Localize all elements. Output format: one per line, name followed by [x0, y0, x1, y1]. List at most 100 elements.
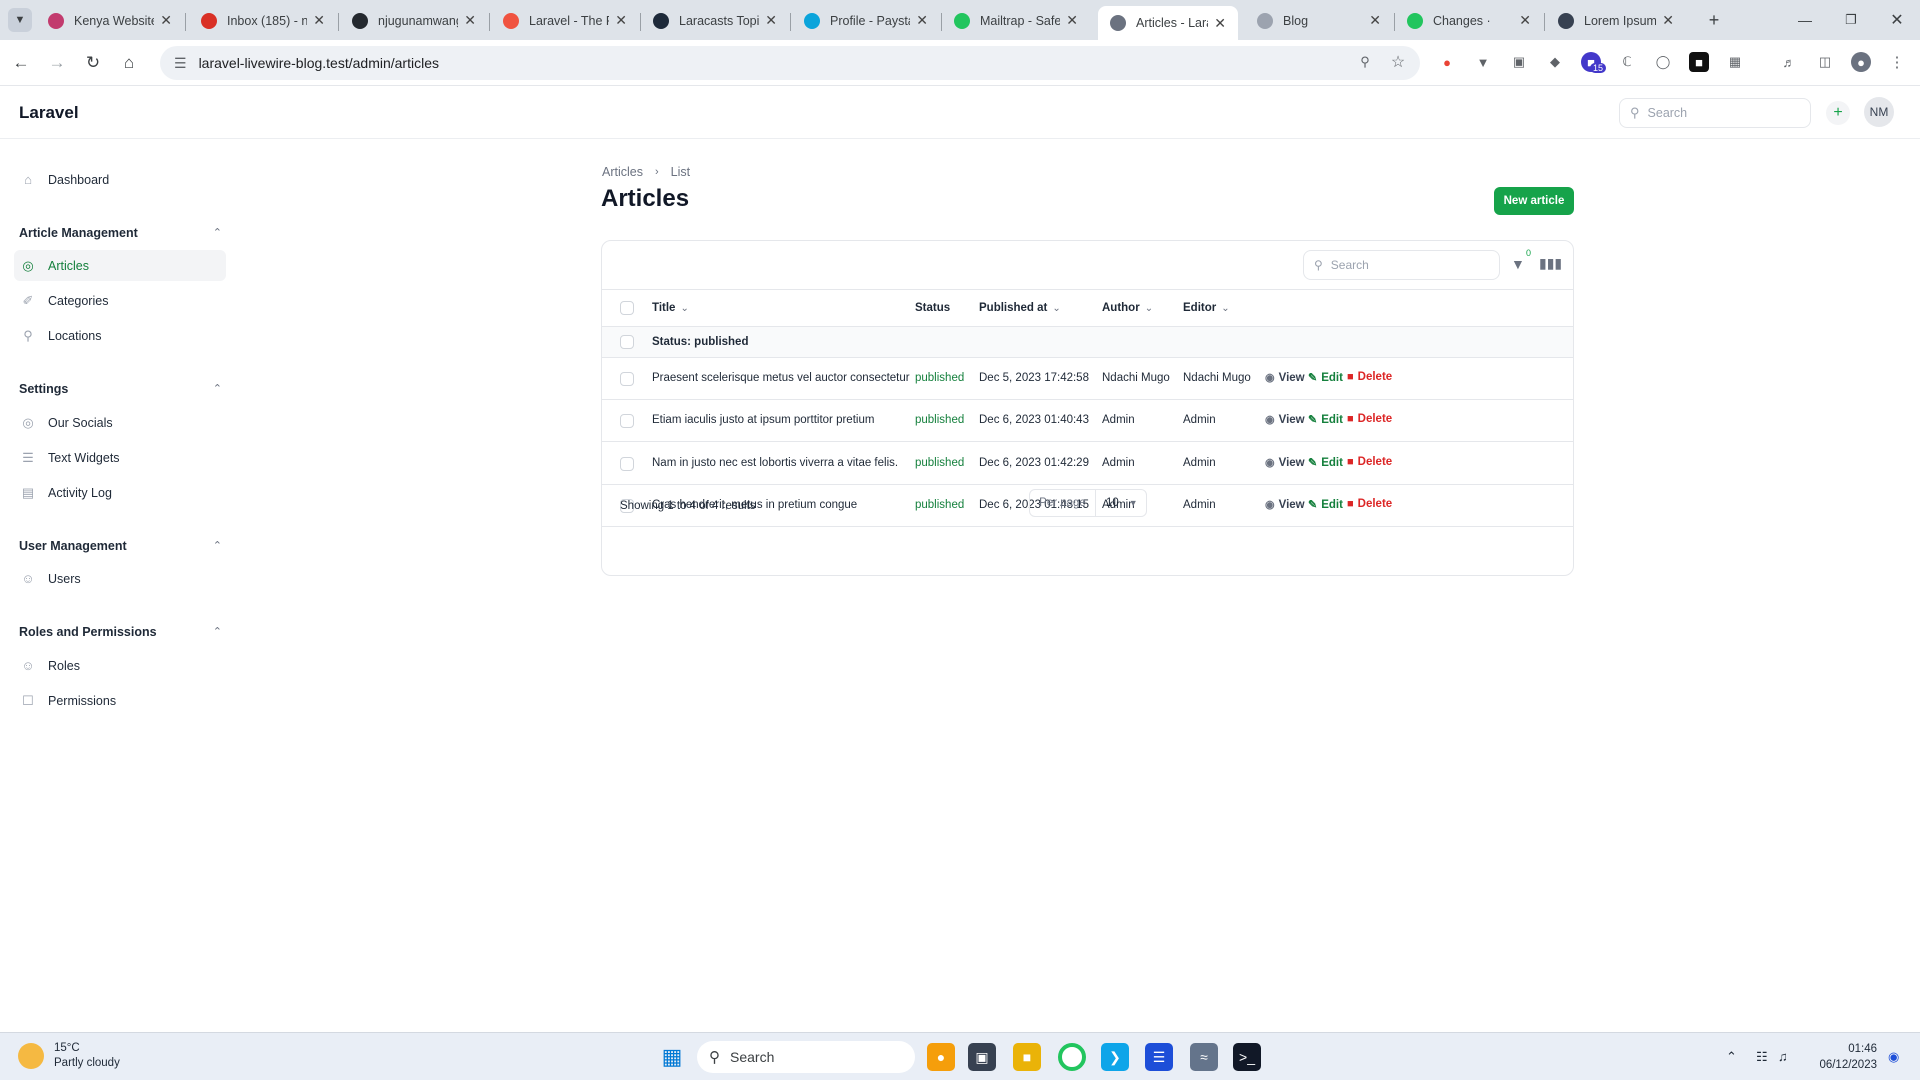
sidebar-item-activity-log[interactable]: ▤ Activity Log	[14, 477, 226, 508]
column-published-at[interactable]: Published at ⌄	[979, 302, 1061, 314]
extensions-puzzle-icon[interactable]: ▦	[1725, 52, 1745, 72]
chevron-up-icon[interactable]: ⌃	[213, 625, 222, 638]
chevron-up-icon[interactable]: ⌃	[213, 382, 222, 395]
global-search-input[interactable]: ⚲ Search	[1619, 98, 1811, 128]
color-picker-extension-icon[interactable]: ●	[1437, 52, 1457, 72]
browser-menu-icon[interactable]: ⋮	[1887, 52, 1907, 72]
tab-close-icon[interactable]: ✕	[1214, 15, 1226, 32]
delete-button[interactable]: ■ Delete	[1347, 456, 1392, 468]
view-button[interactable]: ◉ View	[1265, 371, 1305, 385]
per-page-value[interactable]: 10 ▼	[1096, 490, 1146, 516]
browser-tab[interactable]: Blog ✕	[1245, 6, 1393, 35]
file-explorer-icon[interactable]: ■	[1013, 1043, 1041, 1071]
per-page-select[interactable]: Per page 10 ▼	[1029, 489, 1147, 517]
column-title[interactable]: Title ⌄	[652, 302, 689, 314]
github-extension-icon[interactable]: ◯	[1653, 52, 1673, 72]
edit-button[interactable]: ✎ Edit	[1308, 413, 1343, 427]
task-view-icon[interactable]: ▣	[968, 1043, 996, 1071]
monitor-app-icon[interactable]: ≈	[1190, 1043, 1218, 1071]
puzzle-extension-icon[interactable]: ◆	[1545, 52, 1565, 72]
side-panel-icon[interactable]: ◫	[1815, 52, 1835, 72]
user-avatar[interactable]: NM	[1864, 97, 1894, 127]
filter-icon[interactable]: ▼	[1511, 256, 1525, 272]
bookmark-star-icon[interactable]: ☆	[1388, 52, 1408, 72]
notification-bell-icon[interactable]: ◉	[1888, 1049, 1899, 1065]
system-clock[interactable]: 01:46 06/12/2023	[1805, 1041, 1877, 1073]
site-info-icon[interactable]: ☰	[174, 55, 187, 72]
browser-tab[interactable]: Laracasts Topic ✕	[641, 6, 789, 35]
group-checkbox[interactable]	[620, 335, 634, 349]
sidebar-item-categories[interactable]: ✐ Categories	[14, 285, 226, 316]
browser-tab[interactable]: njugunamwang ✕	[340, 6, 488, 35]
row-checkbox[interactable]	[620, 414, 634, 428]
address-bar[interactable]: ☰ laravel-livewire-blog.test/admin/artic…	[160, 46, 1420, 80]
delete-button[interactable]: ■ Delete	[1347, 371, 1392, 383]
minimize-icon[interactable]: —	[1793, 8, 1817, 32]
home-icon[interactable]: ⌂	[117, 51, 141, 75]
notepad-icon[interactable]: ☰	[1145, 1043, 1173, 1071]
column-author[interactable]: Author ⌄	[1102, 302, 1153, 314]
sidebar-item-permissions[interactable]: ☐ Permissions	[14, 685, 226, 716]
browser-tab[interactable]: Changes · ✕	[1395, 6, 1543, 35]
quick-create-button[interactable]: +	[1826, 101, 1850, 125]
tab-close-icon[interactable]: ✕	[1369, 12, 1381, 29]
zoom-icon[interactable]: ⚲	[1355, 52, 1375, 72]
browser-tab[interactable]: Kenya Website ✕	[36, 6, 184, 35]
tab-close-icon[interactable]: ✕	[1066, 12, 1078, 29]
browser-tab[interactable]: Articles - Larav ✕	[1098, 6, 1238, 40]
sidebar-item-roles[interactable]: ☺ Roles	[14, 650, 226, 681]
tray-overflow-icon[interactable]: ⌃	[1726, 1049, 1737, 1065]
sidebar-item-text-widgets[interactable]: ☰ Text Widgets	[14, 442, 226, 473]
screenshot-extension-icon[interactable]: ▣	[1509, 52, 1529, 72]
browser-tab[interactable]: Laravel - The P ✕	[491, 6, 639, 35]
tab-search-icon[interactable]: ▼	[8, 8, 32, 32]
sidebar-item-our-socials[interactable]: ◎ Our Socials	[14, 407, 226, 438]
tab-close-icon[interactable]: ✕	[765, 12, 777, 29]
sidebar-group-roles-permissions[interactable]: Roles and Permissions ⌃	[19, 625, 222, 639]
tab-close-icon[interactable]: ✕	[916, 12, 928, 29]
vscode-icon[interactable]: ❯	[1101, 1043, 1129, 1071]
browser-tab[interactable]: Inbox (185) - n ✕	[189, 6, 337, 35]
column-editor[interactable]: Editor ⌄	[1183, 302, 1230, 314]
breadcrumb-articles[interactable]: Articles	[602, 165, 643, 179]
media-control-icon[interactable]: ♬	[1779, 52, 1799, 72]
code-extension-icon[interactable]: ℂ	[1617, 52, 1637, 72]
edit-button[interactable]: ✎ Edit	[1308, 371, 1343, 385]
brand-logo[interactable]: Laravel	[19, 103, 79, 123]
taskbar-search[interactable]: ⚲ Search	[697, 1041, 915, 1073]
weather-widget[interactable]: 15°C Partly cloudy	[18, 1041, 120, 1071]
row-checkbox[interactable]	[620, 372, 634, 386]
browser-tab[interactable]: Lorem Ipsum - ✕	[1546, 6, 1686, 35]
sidebar-item-users[interactable]: ☺ Users	[14, 563, 226, 594]
view-button[interactable]: ◉ View	[1265, 456, 1305, 470]
edit-button[interactable]: ✎ Edit	[1308, 456, 1343, 470]
maximize-icon[interactable]: ❐	[1839, 8, 1863, 32]
select-all-checkbox[interactable]	[620, 301, 634, 315]
table-search-input[interactable]: ⚲ Search	[1303, 250, 1500, 280]
chevron-up-icon[interactable]: ⌃	[213, 226, 222, 239]
profile-icon[interactable]: ●	[1851, 52, 1871, 72]
dark-extension-icon[interactable]: ■	[1689, 52, 1709, 72]
copilot-icon[interactable]: ●	[927, 1043, 955, 1071]
tab-close-icon[interactable]: ✕	[1519, 12, 1531, 29]
volume-icon[interactable]: ♫	[1778, 1049, 1788, 1064]
sidebar-item-dashboard[interactable]: ⌂ Dashboard	[14, 164, 226, 195]
tab-close-icon[interactable]: ✕	[1662, 12, 1674, 29]
tab-close-icon[interactable]: ✕	[160, 12, 172, 29]
browser-tab[interactable]: Mailtrap - Safe ✕	[942, 6, 1090, 35]
row-checkbox[interactable]	[620, 457, 634, 471]
chrome-icon[interactable]	[1058, 1043, 1086, 1071]
vue-devtools-extension-icon[interactable]: ▼	[1473, 52, 1493, 72]
reload-icon[interactable]: ↻	[81, 51, 105, 75]
terminal-icon[interactable]: >_	[1233, 1043, 1261, 1071]
tab-close-icon[interactable]: ✕	[313, 12, 325, 29]
columns-toggle-icon[interactable]: ▮▮▮	[1539, 255, 1562, 272]
sidebar-group-user-management[interactable]: User Management ⌃	[19, 539, 222, 553]
back-icon[interactable]: ←	[9, 51, 33, 75]
close-window-icon[interactable]: ✕	[1885, 8, 1909, 32]
tab-close-icon[interactable]: ✕	[464, 12, 476, 29]
sidebar-group-article-management[interactable]: Article Management ⌃	[19, 226, 222, 240]
browser-tab[interactable]: Profile - Paysta ✕	[792, 6, 940, 35]
sidebar-item-locations[interactable]: ⚲ Locations	[14, 320, 226, 351]
sidebar-group-settings[interactable]: Settings ⌃	[19, 382, 222, 396]
